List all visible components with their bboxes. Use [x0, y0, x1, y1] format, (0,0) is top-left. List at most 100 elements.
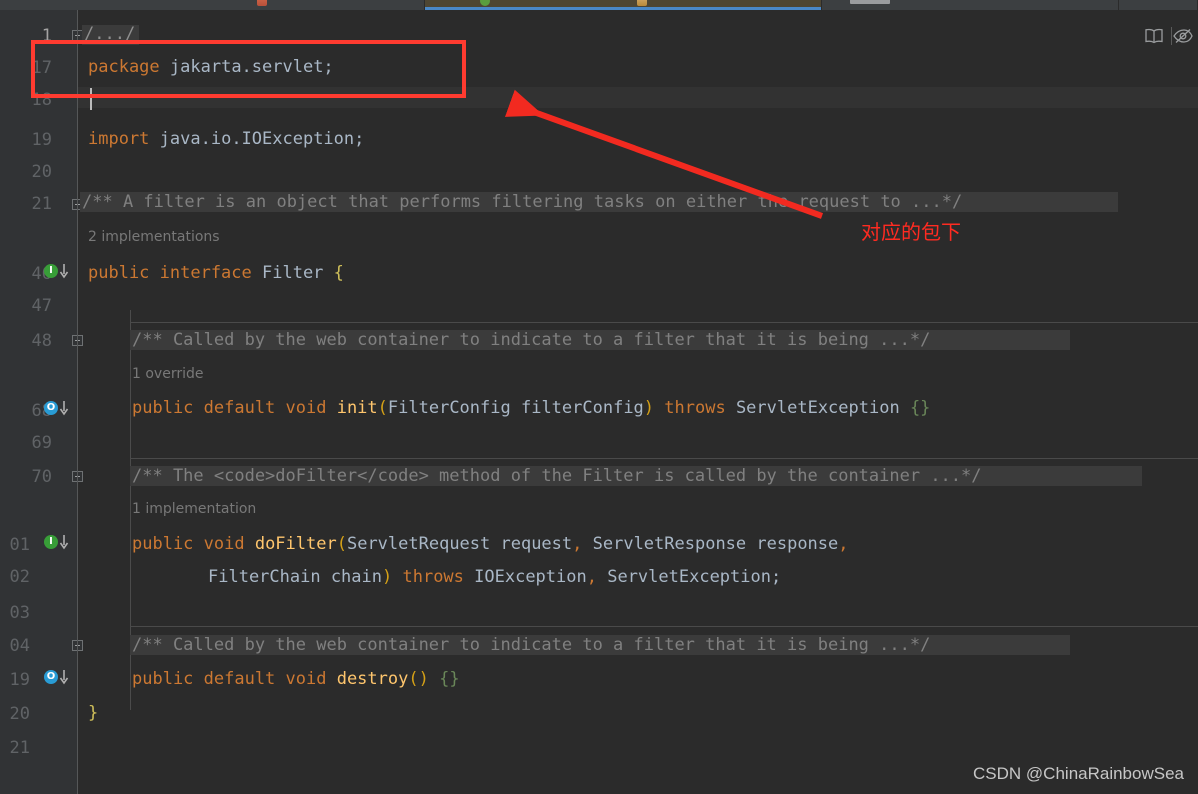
override-badge-icon: O	[44, 670, 58, 684]
dofilter-comma-1: ,	[572, 534, 583, 554]
line-number: 19	[31, 130, 52, 150]
init-throws-keyword: throws	[654, 398, 736, 418]
code-line-class-close[interactable]: }	[88, 703, 98, 723]
interface-name: Filter	[262, 263, 324, 283]
method-separator	[130, 626, 1198, 627]
editor-tab-bar[interactable]	[0, 0, 1198, 10]
line-number: 03	[9, 603, 30, 623]
init-paren-open: (	[377, 398, 388, 418]
editor-tab-filler	[1119, 0, 1198, 10]
package-name: jakarta.servlet;	[169, 57, 334, 77]
line-number: 17	[31, 58, 52, 78]
dofilter-throws-keyword: throws	[392, 567, 475, 587]
arrow-down-icon	[59, 264, 69, 279]
line-number: 21	[31, 194, 52, 214]
code-line-import[interactable]: import java.io.IOException;	[88, 129, 364, 149]
code-line-init-javadoc[interactable]: /** Called by the web container to indic…	[132, 330, 930, 350]
editor-tab-0[interactable]	[0, 0, 425, 10]
init-param-type: FilterConfig	[387, 398, 511, 418]
java-file-icon	[257, 0, 267, 6]
init-param-name: filterConfig	[510, 398, 644, 418]
inlay-hint-override[interactable]: 1 override	[132, 365, 203, 383]
code-text-area[interactable]: /.../ package jakarta.servlet; import ja…	[78, 10, 1198, 794]
package-keyword: package	[88, 57, 160, 77]
destroy-parens: ()	[408, 669, 429, 689]
book-icon	[1145, 28, 1163, 44]
line-number: 21	[9, 738, 30, 758]
code-line-dofilter-signature[interactable]: public void doFilter(ServletRequest requ…	[132, 534, 849, 554]
line-number: 18	[31, 90, 52, 110]
inlay-hint-implementation[interactable]: 1 implementation	[132, 500, 256, 518]
code-line-dofilter-javadoc[interactable]: /** The <code>doFilter</code> method of …	[132, 466, 982, 486]
line-number: 02	[9, 567, 30, 587]
dofilter-paren-open: (	[336, 534, 347, 554]
dofilter-arg-2: ServletResponse response	[582, 534, 839, 554]
code-line-destroy-signature[interactable]: public default void destroy() {}	[132, 669, 460, 689]
dofilter-comma-2: ,	[838, 534, 849, 554]
interface-open-brace: {	[323, 263, 344, 283]
import-keyword: import	[88, 129, 150, 149]
arrow-down-icon	[59, 535, 69, 550]
code-editor[interactable]: 1 17 18 19 20 21 46 47 48 68 69 70 01 02…	[0, 10, 1198, 794]
hide-inspections-button[interactable]	[1172, 24, 1194, 48]
destroy-modifiers: public default void	[132, 669, 337, 689]
text-caret	[90, 88, 92, 110]
code-line-init-signature[interactable]: public default void init(FilterConfig fi…	[132, 398, 930, 418]
init-paren-close: )	[643, 398, 655, 418]
import-name: java.io.IOException;	[159, 129, 365, 149]
line-number: 69	[31, 433, 52, 453]
implementations-badge-icon: I	[44, 535, 58, 549]
dofilter-exception-2: ServletException;	[596, 567, 782, 587]
line-number: 47	[31, 296, 52, 316]
line-number: 01	[9, 535, 30, 555]
line-number: 04	[9, 636, 30, 656]
file-icon	[850, 0, 890, 4]
dofilter-paren-close: )	[382, 567, 393, 587]
code-line-dofilter-signature-cont[interactable]: FilterChain chain) throws IOException, S…	[208, 567, 781, 587]
line-number: 19	[9, 670, 30, 690]
editor-toolbar[interactable]	[1137, 24, 1194, 48]
dofilter-comma-3: ,	[586, 567, 597, 587]
folded-region-placeholder[interactable]: /.../	[84, 24, 135, 44]
csdn-watermark: CSDN @ChinaRainbowSea	[973, 764, 1184, 783]
line-number: 48	[31, 331, 52, 351]
destroy-method-name: destroy	[336, 669, 409, 689]
init-modifiers: public default void	[132, 398, 337, 418]
inlay-hint-implementations[interactable]: 2 implementations	[88, 228, 220, 246]
line-number: 70	[31, 467, 52, 487]
dofilter-exception-1: IOException	[474, 567, 587, 587]
editor-tab-1[interactable]	[425, 0, 822, 10]
gutter-marker-implementations[interactable]: I	[44, 532, 74, 552]
gutter-marker-override[interactable]: O	[44, 398, 74, 418]
editor-tab-2[interactable]	[822, 0, 1119, 10]
code-line-package[interactable]: package jakarta.servlet;	[88, 57, 334, 77]
arrow-down-icon	[59, 401, 69, 416]
method-separator	[130, 322, 1198, 323]
line-number: 1	[41, 26, 52, 46]
code-line-interface-decl[interactable]: public interface Filter {	[88, 263, 344, 283]
dofilter-method-name: doFilter	[254, 534, 337, 554]
destroy-empty-body: {}	[428, 669, 460, 689]
implementations-badge-icon: I	[44, 264, 58, 278]
override-badge-icon: O	[44, 401, 58, 415]
method-separator	[130, 458, 1198, 459]
arrow-down-icon	[59, 670, 69, 685]
code-line-destroy-javadoc[interactable]: /** Called by the web container to indic…	[132, 635, 930, 655]
code-line-class-javadoc[interactable]: /** A filter is an object that performs …	[82, 192, 962, 212]
init-method-name: init	[336, 398, 378, 418]
java-class-icon	[480, 0, 490, 6]
dofilter-modifiers: public void	[132, 534, 255, 554]
eye-slash-icon	[1173, 28, 1193, 44]
gutter-marker-override[interactable]: O	[44, 667, 74, 687]
gutter-marker-implementations[interactable]: I	[44, 261, 74, 281]
init-exception-type: ServletException	[735, 398, 910, 418]
dofilter-arg-3: FilterChain chain	[208, 567, 382, 587]
dofilter-arg-1: ServletRequest request	[346, 534, 573, 554]
reader-mode-button[interactable]	[1137, 24, 1171, 48]
editor-gutter[interactable]: 1 17 18 19 20 21 46 47 48 68 69 70 01 02…	[0, 10, 83, 794]
init-empty-body: {}	[909, 398, 931, 418]
line-number: 20	[31, 162, 52, 182]
java-file-icon	[637, 0, 647, 6]
caret-line-highlight	[78, 87, 1198, 108]
interface-modifiers: public interface	[88, 263, 262, 283]
